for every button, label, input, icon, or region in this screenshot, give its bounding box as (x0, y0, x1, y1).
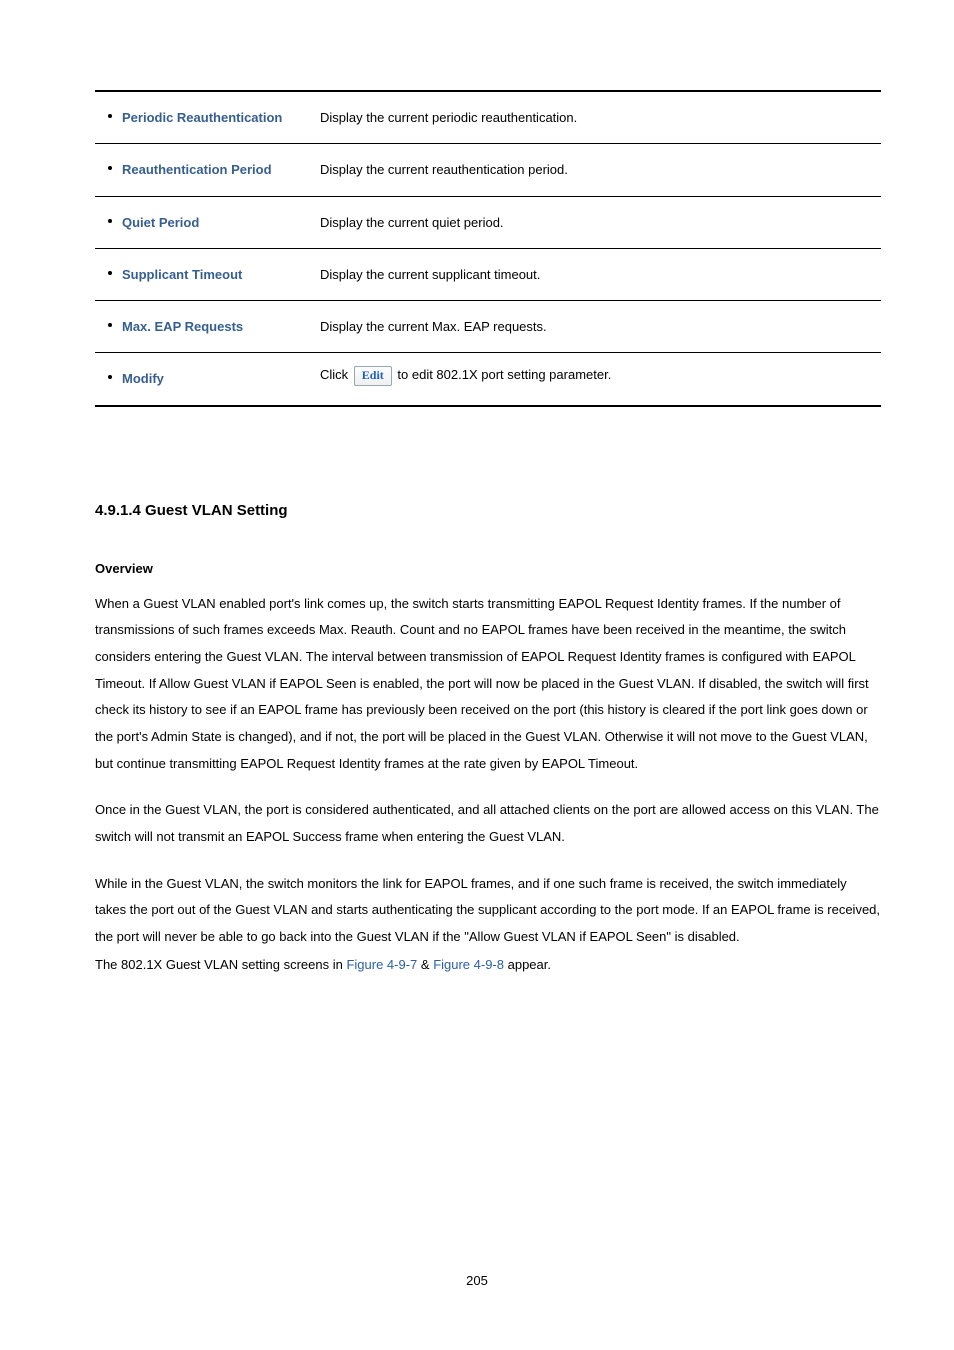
bullet-icon (108, 271, 112, 275)
overview-paragraph-3: While in the Guest VLAN, the switch moni… (95, 871, 881, 951)
bullet-icon (108, 114, 112, 118)
bullet-icon (108, 375, 112, 379)
parameter-table: Periodic Reauthentication Display the cur… (95, 90, 881, 407)
param-label: Periodic Reauthentication (122, 104, 282, 131)
bullet-icon (108, 323, 112, 327)
figure-link-2[interactable]: Figure 4-9-8 (433, 957, 504, 972)
table-row: Max. EAP Requests Display the current Max… (95, 301, 881, 353)
section-heading: 4.9.1.4 Guest VLAN Setting (95, 502, 881, 519)
param-label-cell: Quiet Period (95, 196, 310, 248)
overview-heading: Overview (95, 561, 881, 576)
p4-amp: & (417, 957, 433, 972)
param-desc: Display the current quiet period. (310, 196, 881, 248)
param-label-cell: Modify (95, 353, 310, 406)
param-desc: Click Edit to edit 802.1X port setting p… (310, 353, 881, 406)
p4-prefix: The 802.1X Guest VLAN setting screens in (95, 957, 346, 972)
param-label: Supplicant Timeout (122, 261, 242, 288)
overview-paragraph-1: When a Guest VLAN enabled port's link co… (95, 591, 881, 777)
p4-suffix: appear. (504, 957, 551, 972)
bullet-icon (108, 219, 112, 223)
overview-paragraph-4: The 802.1X Guest VLAN setting screens in… (95, 952, 881, 979)
modify-prefix: Click (320, 368, 352, 383)
param-label: Reauthentication Period (122, 156, 272, 183)
bullet-icon (108, 166, 112, 170)
param-label: Quiet Period (122, 209, 199, 236)
param-desc: Display the current supplicant timeout. (310, 248, 881, 300)
param-desc: Display the current Max. EAP requests. (310, 301, 881, 353)
table-row: Reauthentication Period Display the curre… (95, 144, 881, 196)
table-row: Quiet Period Display the current quiet pe… (95, 196, 881, 248)
param-desc: Display the current periodic reauthentic… (310, 91, 881, 144)
param-label-cell: Periodic Reauthentication (95, 91, 310, 144)
param-label: Max. EAP Requests (122, 313, 243, 340)
table-row: Supplicant Timeout Display the current su… (95, 248, 881, 300)
param-label-cell: Supplicant Timeout (95, 248, 310, 300)
page-number: 205 (0, 1273, 954, 1288)
param-label-cell: Max. EAP Requests (95, 301, 310, 353)
overview-paragraph-2: Once in the Guest VLAN, the port is cons… (95, 797, 881, 850)
modify-suffix: to edit 802.1X port setting parameter. (394, 368, 612, 383)
param-desc: Display the current reauthentication per… (310, 144, 881, 196)
edit-button[interactable]: Edit (354, 366, 392, 385)
table-row: Periodic Reauthentication Display the cur… (95, 91, 881, 144)
param-label: Modify (122, 365, 164, 392)
table-row-modify: Modify Click Edit to edit 802.1X port set… (95, 353, 881, 406)
figure-link-1[interactable]: Figure 4-9-7 (346, 957, 417, 972)
param-label-cell: Reauthentication Period (95, 144, 310, 196)
